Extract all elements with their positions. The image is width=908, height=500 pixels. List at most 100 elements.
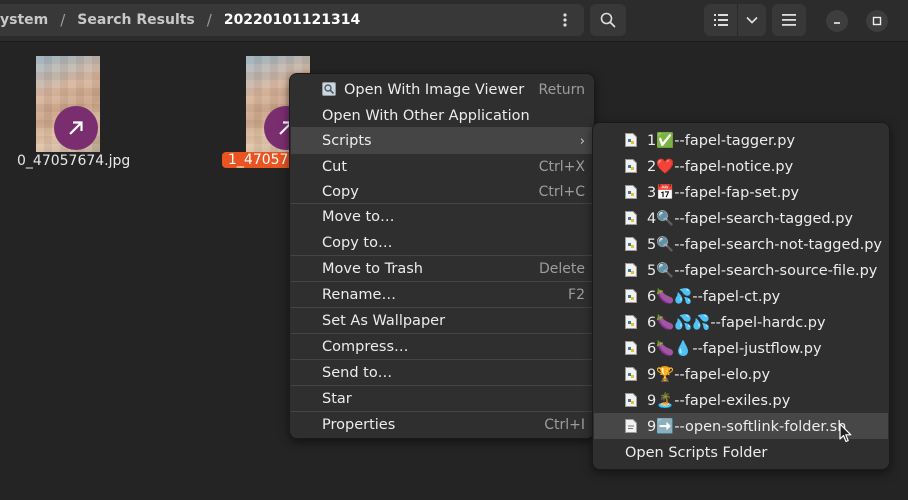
menu-item-copy[interactable]: Copy Ctrl+C bbox=[291, 179, 593, 205]
mouse-pointer-icon bbox=[839, 423, 852, 443]
script-item-label: 5🔍--fapel-search-source-file.py bbox=[647, 262, 878, 279]
menu-item-rename[interactable]: Rename… F2 bbox=[291, 282, 593, 308]
menu-item-open-with-image-viewer[interactable]: Open With Image Viewer Return bbox=[291, 77, 593, 103]
menu-item-label: Open With Other Application bbox=[322, 108, 530, 124]
menu-item-send-to[interactable]: Send to… bbox=[291, 360, 593, 386]
script-item-label: 6🍆💦💦--fapel-hardc.py bbox=[647, 314, 826, 331]
menu-item-scripts[interactable]: Scripts › bbox=[291, 128, 593, 154]
script-item[interactable]: 9🏝️--fapel-exiles.py bbox=[594, 387, 888, 413]
script-item-label: 1✅--fapel-tagger.py bbox=[647, 132, 796, 149]
script-item[interactable]: 5🔍--fapel-search-source-file.py bbox=[594, 257, 888, 283]
menu-item-label: Star bbox=[322, 391, 352, 407]
list-view-icon bbox=[713, 14, 728, 26]
python-script-icon bbox=[625, 159, 637, 173]
breadcrumb-separator: / bbox=[60, 11, 66, 29]
menu-item-label: Open With Image Viewer bbox=[344, 82, 525, 98]
path-bar[interactable]: ystem / Search Results / 20220101121314 bbox=[0, 4, 584, 36]
maximize-icon bbox=[872, 16, 882, 26]
view-toggle-group bbox=[704, 4, 766, 36]
python-script-icon bbox=[625, 263, 637, 277]
script-item[interactable]: 1✅--fapel-tagger.py bbox=[594, 127, 888, 153]
menu-item-accelerator: F2 bbox=[568, 287, 585, 303]
context-menu: Open With Image Viewer Return Open With … bbox=[289, 73, 595, 439]
header-bar: ystem / Search Results / 20220101121314 bbox=[0, 0, 908, 42]
search-button[interactable] bbox=[590, 4, 626, 36]
maximize-button[interactable] bbox=[866, 10, 888, 32]
breadcrumb-separator: / bbox=[206, 11, 212, 29]
script-item[interactable]: 5🔍--fapel-search-not-tagged.py bbox=[594, 231, 888, 257]
menu-item-accelerator: Delete bbox=[539, 261, 585, 277]
script-item[interactable]: 9🏆--fapel-elo.py bbox=[594, 361, 888, 387]
breadcrumb-search-results[interactable]: Search Results bbox=[77, 12, 194, 28]
script-item-label: 3📅--fapel-fap-set.py bbox=[647, 184, 800, 201]
symlink-emblem-icon bbox=[54, 106, 98, 150]
chevron-down-icon bbox=[746, 16, 758, 24]
hamburger-menu-icon bbox=[782, 14, 796, 26]
script-item[interactable]: 4🔍--fapel-search-tagged.py bbox=[594, 205, 888, 231]
menu-item-move-to[interactable]: Move to… bbox=[291, 204, 593, 230]
menu-item-label: Send to… bbox=[322, 365, 393, 381]
script-item-label: 2❤️--fapel-notice.py bbox=[647, 158, 794, 175]
breadcrumb-system[interactable]: ystem bbox=[0, 12, 48, 28]
python-script-icon bbox=[625, 185, 637, 199]
script-item[interactable]: 3📅--fapel-fap-set.py bbox=[594, 179, 888, 205]
menu-item-open-with-other-application[interactable]: Open With Other Application bbox=[291, 103, 593, 129]
menu-item-label: Copy to… bbox=[322, 235, 393, 251]
minimize-button[interactable] bbox=[826, 10, 848, 32]
menu-item-label: Set As Wallpaper bbox=[322, 313, 446, 329]
script-item-label: 6🍆💦--fapel-ct.py bbox=[647, 288, 781, 305]
chevron-right-icon: › bbox=[579, 133, 585, 149]
menu-item-label: Compress… bbox=[322, 339, 409, 355]
menu-item-compress[interactable]: Compress… bbox=[291, 334, 593, 360]
vertical-dots-icon bbox=[563, 13, 567, 27]
script-item[interactable]: 2❤️--fapel-notice.py bbox=[594, 153, 888, 179]
menu-item-label: Move to… bbox=[322, 209, 395, 225]
menu-item-label: Open Scripts Folder bbox=[625, 445, 768, 461]
script-item-label: 6🍆💧--fapel-justflow.py bbox=[647, 340, 822, 357]
scripts-submenu: 1✅--fapel-tagger.py 2❤️--fapel-notice.py… bbox=[592, 122, 890, 470]
main-menu-button[interactable] bbox=[772, 4, 806, 36]
script-item[interactable]: 6🍆💦💦--fapel-hardc.py bbox=[594, 309, 888, 335]
python-script-icon bbox=[625, 315, 637, 329]
list-view-button[interactable] bbox=[704, 4, 739, 36]
shell-script-icon bbox=[625, 419, 637, 433]
script-item-label: 9➡️--open-softlink-folder.sh bbox=[647, 418, 847, 435]
script-item-label: 4🔍--fapel-search-tagged.py bbox=[647, 210, 854, 227]
search-icon bbox=[600, 12, 616, 28]
menu-item-label: Move to Trash bbox=[322, 261, 423, 277]
python-script-icon bbox=[625, 237, 637, 251]
menu-item-star[interactable]: Star bbox=[291, 386, 593, 412]
menu-item-accelerator: Ctrl+X bbox=[538, 159, 585, 175]
menu-item-label: Cut bbox=[322, 159, 347, 175]
script-item-label: 9🏆--fapel-elo.py bbox=[647, 366, 771, 383]
menu-item-move-to-trash[interactable]: Move to Trash Delete bbox=[291, 256, 593, 282]
python-script-icon bbox=[625, 289, 637, 303]
minimize-icon bbox=[834, 22, 840, 24]
menu-item-properties[interactable]: Properties Ctrl+I bbox=[291, 412, 593, 438]
breadcrumb-current-folder[interactable]: 20220101121314 bbox=[224, 12, 360, 28]
script-item[interactable]: 6🍆💦--fapel-ct.py bbox=[594, 283, 888, 309]
python-script-icon bbox=[625, 341, 637, 355]
python-script-icon bbox=[625, 367, 637, 381]
python-script-icon bbox=[625, 211, 637, 225]
menu-item-accelerator: Ctrl+I bbox=[544, 417, 585, 433]
menu-item-accelerator: Return bbox=[538, 82, 585, 98]
script-item-label: 5🔍--fapel-search-not-tagged.py bbox=[647, 236, 882, 253]
view-options-dropdown[interactable] bbox=[738, 4, 766, 36]
menu-item-label: Copy bbox=[322, 184, 359, 200]
menu-item-set-as-wallpaper[interactable]: Set As Wallpaper bbox=[291, 308, 593, 334]
python-script-icon bbox=[625, 133, 637, 147]
file-name: 0_47057674.jpg bbox=[17, 153, 131, 169]
script-item-label: 9🏝️--fapel-exiles.py bbox=[647, 392, 791, 409]
menu-item-accelerator: Ctrl+C bbox=[538, 184, 585, 200]
menu-item-label: Rename… bbox=[322, 287, 396, 303]
menu-item-label: Properties bbox=[322, 417, 396, 433]
python-script-icon bbox=[625, 393, 637, 407]
script-item[interactable]: 6🍆💧--fapel-justflow.py bbox=[594, 335, 888, 361]
menu-item-label: Scripts bbox=[322, 133, 372, 149]
menu-item-copy-to[interactable]: Copy to… bbox=[291, 230, 593, 256]
more-options-button[interactable] bbox=[549, 4, 581, 36]
open-scripts-folder-item[interactable]: Open Scripts Folder bbox=[594, 440, 888, 466]
menu-item-cut[interactable]: Cut Ctrl+X bbox=[291, 154, 593, 180]
image-viewer-icon bbox=[322, 82, 336, 96]
